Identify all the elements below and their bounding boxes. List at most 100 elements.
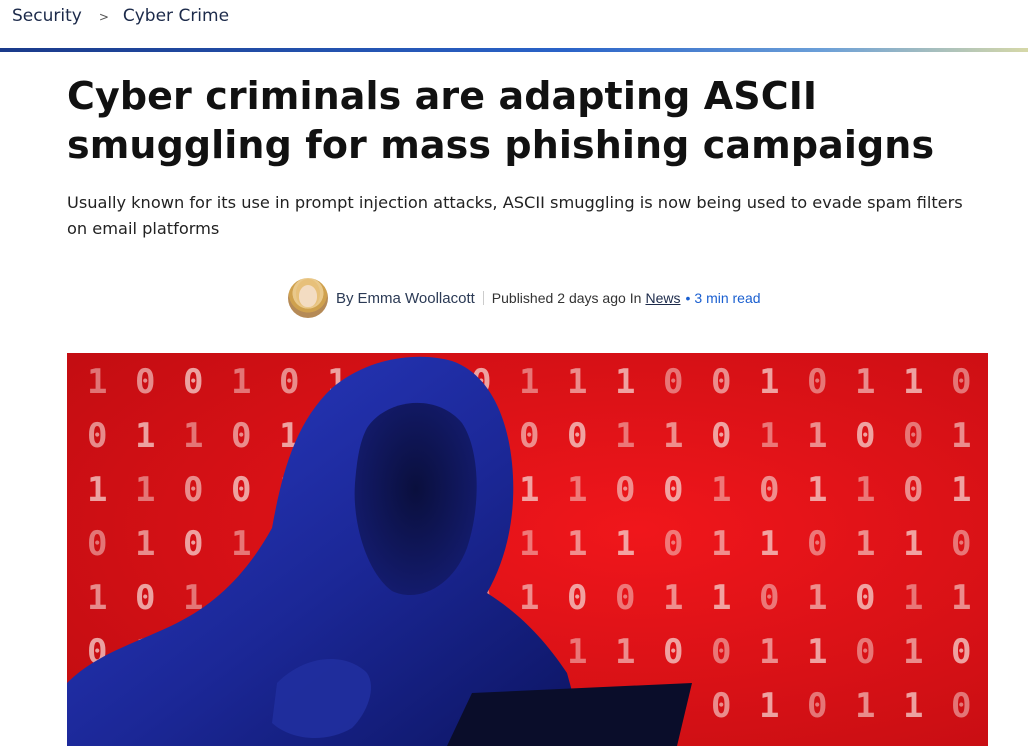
article-headline: Cyber criminals are adapting ASCII smugg… xyxy=(67,74,935,167)
binary-digit: 1 xyxy=(903,578,923,618)
published-label: Published xyxy=(491,290,554,306)
breadcrumb-separator: > xyxy=(98,10,109,24)
binary-digit: 1 xyxy=(951,416,971,456)
binary-digit: 1 xyxy=(711,578,731,618)
binary-digit: 1 xyxy=(567,362,587,402)
published-time: 2 days ago xyxy=(557,290,626,306)
binary-digit: 1 xyxy=(903,632,923,672)
byline-divider xyxy=(482,291,484,305)
binary-digit: 1 xyxy=(231,362,251,402)
binary-digit: 1 xyxy=(519,362,539,402)
binary-digit: 1 xyxy=(135,470,155,510)
binary-digit: 0 xyxy=(855,416,875,456)
binary-digit: 1 xyxy=(519,578,539,618)
binary-digit: 1 xyxy=(759,416,779,456)
binary-digit: 1 xyxy=(807,470,827,510)
binary-digit: 1 xyxy=(855,686,875,726)
binary-digit: 1 xyxy=(135,416,155,456)
binary-digit: 1 xyxy=(87,470,107,510)
binary-digit: 0 xyxy=(951,686,971,726)
binary-digit: 1 xyxy=(807,632,827,672)
binary-digit: 1 xyxy=(951,578,971,618)
binary-digit: 1 xyxy=(903,524,923,564)
binary-digit: 1 xyxy=(567,632,587,672)
binary-digit: 1 xyxy=(135,524,155,564)
binary-digit: 0 xyxy=(663,470,683,510)
binary-digit: 0 xyxy=(615,578,635,618)
binary-digit: 0 xyxy=(951,524,971,564)
binary-digit: 0 xyxy=(231,470,251,510)
binary-digit: 1 xyxy=(615,524,635,564)
binary-digit: 0 xyxy=(711,632,731,672)
binary-digit: 1 xyxy=(615,416,635,456)
binary-digit: 0 xyxy=(711,362,731,402)
breadcrumb: Security > Cyber Crime xyxy=(12,5,229,27)
binary-digit: 0 xyxy=(663,632,683,672)
category-news-link[interactable]: News xyxy=(645,290,680,306)
binary-digit: 0 xyxy=(807,362,827,402)
breadcrumb-security-link[interactable]: Security xyxy=(12,6,82,26)
binary-digit: 1 xyxy=(807,578,827,618)
hero-image: 1001011001110010110011010011001101100111… xyxy=(67,353,988,746)
binary-digit: 1 xyxy=(519,524,539,564)
binary-digit: 0 xyxy=(135,578,155,618)
binary-digit: 1 xyxy=(759,362,779,402)
binary-digit: 0 xyxy=(615,470,635,510)
binary-digit: 1 xyxy=(807,416,827,456)
binary-digit: 0 xyxy=(711,416,731,456)
read-time: 3 min read xyxy=(694,290,761,306)
binary-digit: 0 xyxy=(663,362,683,402)
binary-digit: 0 xyxy=(183,470,203,510)
binary-digit: 1 xyxy=(663,578,683,618)
article-standfirst: Usually known for its use in prompt inje… xyxy=(67,193,963,238)
binary-digit: 0 xyxy=(855,632,875,672)
binary-digit: 1 xyxy=(663,416,683,456)
binary-digit: 1 xyxy=(615,362,635,402)
binary-digit: 1 xyxy=(87,578,107,618)
breadcrumb-cyber-crime-link[interactable]: Cyber Crime xyxy=(123,6,229,26)
binary-digit: 1 xyxy=(759,632,779,672)
binary-digit: 0 xyxy=(807,524,827,564)
binary-digit: 0 xyxy=(183,524,203,564)
binary-digit: 0 xyxy=(567,416,587,456)
binary-digit: 1 xyxy=(567,470,587,510)
binary-digit: 1 xyxy=(951,470,971,510)
binary-digit: 0 xyxy=(279,362,299,402)
binary-digit: 1 xyxy=(615,632,635,672)
binary-digit: 0 xyxy=(807,686,827,726)
binary-digit: 0 xyxy=(759,578,779,618)
binary-digit: 0 xyxy=(87,524,107,564)
binary-digit: 1 xyxy=(903,362,923,402)
binary-digit: 1 xyxy=(855,362,875,402)
binary-digit: 0 xyxy=(519,416,539,456)
category-in-label: In xyxy=(629,290,642,306)
binary-digit: 1 xyxy=(87,362,107,402)
binary-digit: 0 xyxy=(183,362,203,402)
author-avatar[interactable] xyxy=(288,278,328,318)
binary-digit: 0 xyxy=(567,578,587,618)
binary-digit: 0 xyxy=(759,470,779,510)
binary-digit: 0 xyxy=(231,416,251,456)
binary-digit: 1 xyxy=(855,470,875,510)
binary-digit: 0 xyxy=(903,470,923,510)
binary-digit: 1 xyxy=(759,686,779,726)
header-divider xyxy=(0,48,1028,52)
binary-digit: 1 xyxy=(519,470,539,510)
binary-digit: 1 xyxy=(855,524,875,564)
binary-digit: 0 xyxy=(87,416,107,456)
binary-digit: 0 xyxy=(135,362,155,402)
binary-digit: 1 xyxy=(567,524,587,564)
binary-digit: 0 xyxy=(855,578,875,618)
hero-illustration: 1001011001110010110011010011001101100111… xyxy=(67,353,988,746)
binary-digit: 1 xyxy=(183,416,203,456)
binary-digit: 0 xyxy=(951,362,971,402)
binary-digit: 0 xyxy=(903,416,923,456)
article-byline: By Emma Woollacott Published 2 days ago … xyxy=(288,278,761,318)
byline-bullet: • xyxy=(685,290,691,306)
binary-digit: 1 xyxy=(711,470,731,510)
binary-digit: 1 xyxy=(231,524,251,564)
binary-digit: 0 xyxy=(663,524,683,564)
byline-by-label: By xyxy=(336,289,354,307)
binary-digit: 1 xyxy=(759,524,779,564)
author-name-link[interactable]: Emma Woollacott xyxy=(358,290,475,307)
